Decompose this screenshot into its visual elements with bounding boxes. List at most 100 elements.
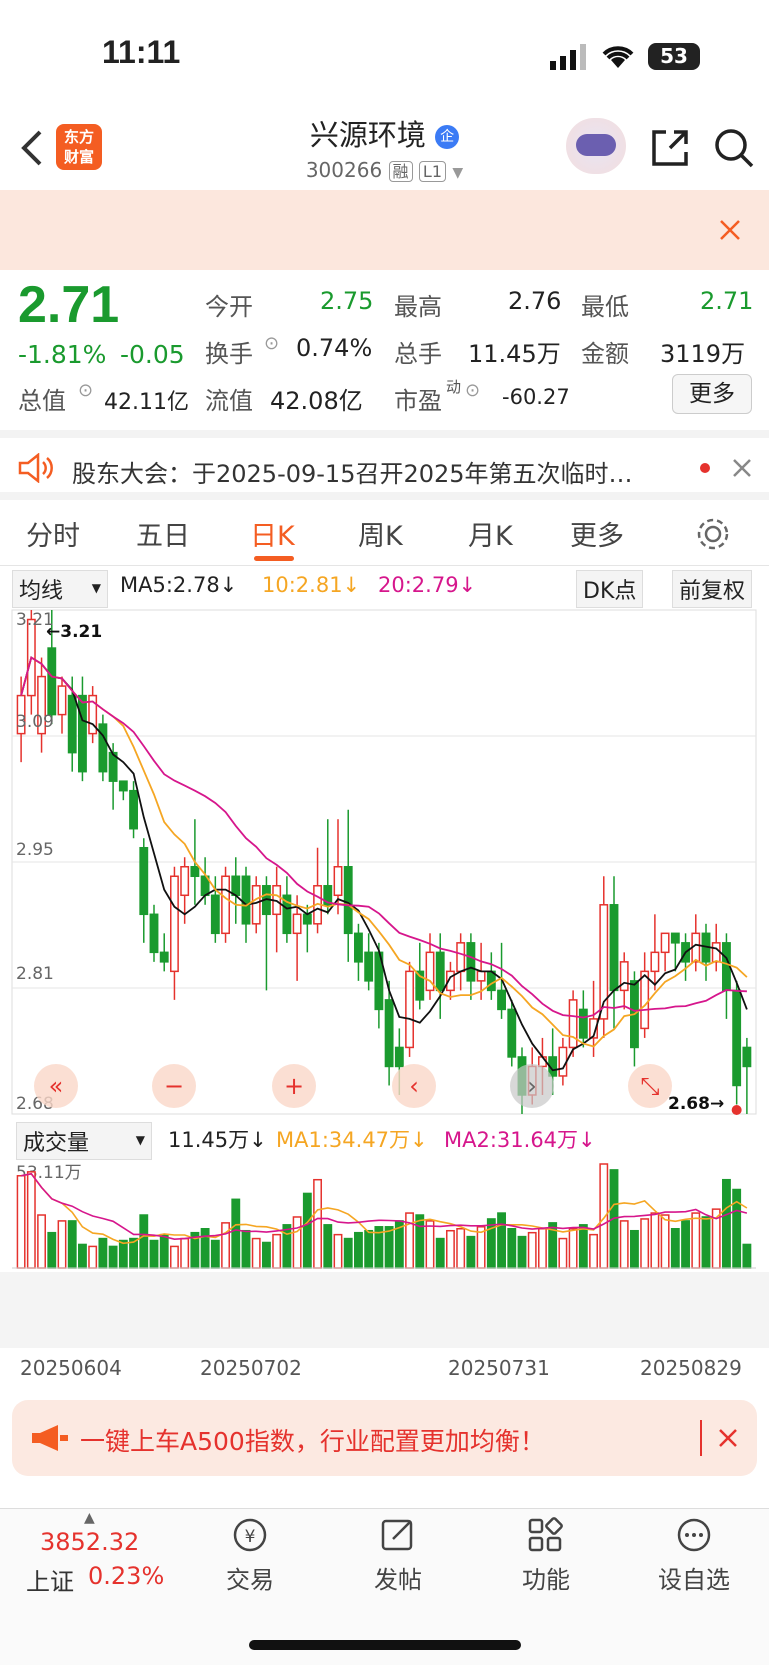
y-axis-label-309: 3.09	[16, 712, 54, 732]
volume-bar	[486, 1218, 496, 1269]
candle-body	[221, 875, 230, 935]
low-marker: 2.68→	[668, 1094, 725, 1114]
candle-body	[190, 866, 200, 878]
volume-bar	[302, 1192, 312, 1269]
zoom-in-icon[interactable]: +	[272, 1064, 316, 1108]
unread-dot	[700, 463, 710, 473]
volume-bar	[497, 1212, 506, 1269]
candle-body	[354, 932, 363, 963]
pan-right-icon[interactable]: ›	[510, 1064, 554, 1108]
volume-bar	[159, 1233, 169, 1269]
close-icon[interactable]	[732, 458, 752, 478]
level-tag: L1	[418, 161, 447, 182]
candle-body	[711, 942, 721, 963]
candle-body	[343, 866, 353, 935]
trade-icon: ¥	[233, 1518, 267, 1552]
index-value[interactable]: 3852.32	[40, 1528, 139, 1556]
info-icon[interactable]: ⊙	[264, 333, 279, 354]
signal-icon	[550, 44, 586, 70]
volume-bar	[364, 1229, 374, 1269]
volume-bar	[670, 1228, 680, 1269]
tab-more[interactable]: 更多	[570, 514, 624, 553]
dk-point-button[interactable]: DK点	[576, 570, 644, 608]
clock: 11:11	[102, 34, 181, 70]
zoom-out-icon[interactable]: −	[152, 1064, 196, 1108]
volume-bar	[241, 1229, 251, 1269]
volume-bar	[466, 1235, 476, 1269]
tab-weekly-k[interactable]: 周K	[358, 514, 403, 553]
volume-bar	[313, 1178, 322, 1269]
volume-bar	[262, 1241, 271, 1269]
chevron-down-icon[interactable]: ▼	[452, 165, 463, 181]
search-icon[interactable]	[712, 126, 756, 170]
index-name[interactable]: 上证	[26, 1562, 74, 1597]
gear-icon[interactable]	[695, 516, 731, 552]
ma10-value: 10:2.81↓	[262, 573, 361, 597]
add-watchlist-button[interactable]: 设自选	[652, 1516, 736, 1595]
function-button[interactable]: 功能	[510, 1516, 582, 1595]
volume-bar	[37, 1214, 46, 1269]
candlestick-chart[interactable]	[0, 606, 769, 1116]
close-icon[interactable]	[718, 1428, 738, 1448]
pan-left-icon[interactable]: ‹	[392, 1064, 436, 1108]
more-button[interactable]: 更多	[672, 374, 752, 414]
candle-body	[333, 866, 343, 897]
candle-body	[568, 999, 578, 1049]
candle-body	[405, 970, 414, 1049]
volume-bar	[578, 1224, 588, 1269]
adjust-button[interactable]: 前复权	[672, 570, 753, 608]
trade-label: 交易	[226, 1566, 274, 1594]
candle-body	[497, 989, 506, 1011]
assistant-avatar-icon[interactable]	[566, 118, 626, 174]
pe-value: -60.27	[502, 385, 570, 409]
info-icon[interactable]: ⊙	[78, 380, 93, 401]
candle-body	[180, 866, 190, 897]
x-date-1: 20250604	[20, 1356, 122, 1380]
caret-up-icon: ▲	[84, 1510, 95, 1526]
trade-button[interactable]: ¥ 交易	[214, 1516, 286, 1595]
volume-bar	[78, 1243, 87, 1269]
change-percent: -1.81%	[18, 340, 107, 369]
tab-five-day[interactable]: 五日	[136, 514, 190, 553]
tab-daily-k[interactable]: 日K	[250, 514, 295, 553]
candle-body	[476, 970, 486, 982]
volume-bar	[26, 1171, 36, 1269]
share-icon[interactable]	[648, 126, 692, 170]
candle-body	[78, 694, 87, 773]
candle-body	[456, 942, 466, 973]
add-watchlist-label: 设自选	[658, 1566, 730, 1594]
megaphone-icon	[32, 1425, 68, 1451]
volume-bar	[251, 1237, 261, 1269]
volume-chart[interactable]	[0, 1156, 769, 1348]
tab-monthly-k[interactable]: 月K	[468, 514, 513, 553]
candle-body	[619, 961, 629, 992]
promo-text: 一键上车A500指数，行业配置更加均衡！	[80, 1427, 545, 1456]
volume-bar	[57, 1220, 67, 1269]
high-label: 最高	[394, 293, 442, 321]
candle-body	[98, 723, 108, 773]
a500-promo-banner[interactable]: 一键上车A500指数，行业配置更加均衡！	[12, 1400, 757, 1476]
x-date-3: 20250731	[448, 1356, 550, 1380]
tab-intraday[interactable]: 分时	[26, 514, 80, 553]
volume-bar	[67, 1220, 77, 1269]
y-axis-label-295: 2.95	[16, 840, 54, 860]
ma-select[interactable]: 均线 ▼	[12, 570, 108, 608]
volume-bar	[231, 1198, 241, 1269]
top-promo-banner[interactable]	[0, 190, 769, 270]
rewind-icon[interactable]: «	[34, 1064, 78, 1108]
volume-bar	[435, 1237, 445, 1269]
info-icon[interactable]: ⊙	[465, 380, 480, 401]
chevron-down-icon: ▼	[135, 1133, 145, 1147]
volume-value: 11.45万	[468, 340, 561, 368]
close-icon[interactable]	[718, 218, 742, 242]
fullscreen-icon[interactable]: ⤡	[628, 1064, 672, 1108]
volume-bar	[384, 1226, 394, 1269]
notice-bar[interactable]: 股东大会：于2025-09-15召开2025年第五次临时…	[0, 430, 769, 500]
volume-bar	[200, 1228, 210, 1269]
index-change[interactable]: 0.23%	[88, 1562, 164, 1590]
post-button[interactable]: 发帖	[362, 1516, 434, 1595]
volume-bar	[701, 1216, 711, 1269]
function-label: 功能	[522, 1566, 570, 1594]
ma20-line	[20, 656, 747, 1019]
indicator-select[interactable]: 成交量 ▼	[16, 1122, 152, 1160]
